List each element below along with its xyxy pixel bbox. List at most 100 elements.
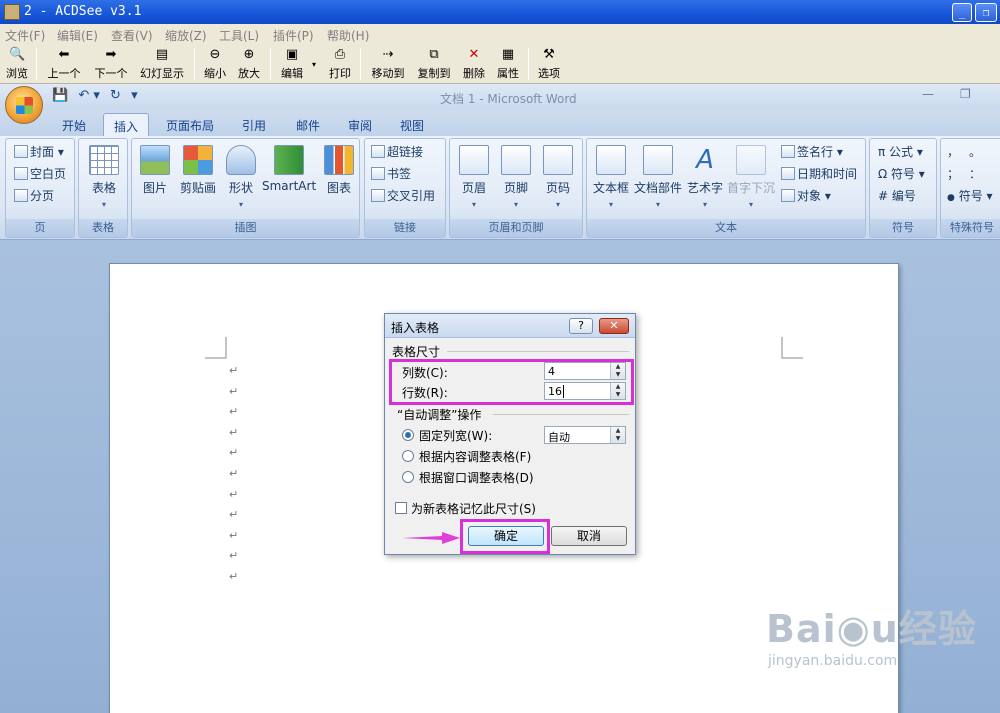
clip-art-button[interactable]: 剪贴画 (178, 145, 218, 196)
options-button[interactable]: ⚒ 选项 (535, 47, 563, 81)
group-label: 文本 (587, 219, 865, 237)
special-char-comma[interactable]: ， (947, 143, 963, 161)
move-to-icon: ⇢ (382, 47, 394, 62)
tab-page-layout[interactable]: 页面布局 (158, 113, 222, 136)
symbol-button[interactable]: Ω 符号 ▾ (878, 165, 925, 183)
page-number-button[interactable]: 页码 ▾ (540, 145, 576, 209)
edit-button[interactable]: ▣ 编辑 (278, 47, 306, 81)
menu-view[interactable]: 查看(V) (111, 27, 153, 44)
quick-parts-icon (643, 145, 673, 175)
object-button[interactable]: 对象 ▾ (781, 187, 831, 205)
text-box-button[interactable]: 文本框 ▾ (591, 145, 631, 209)
cross-reference-button[interactable]: 交叉引用 (371, 187, 435, 205)
paragraph-mark: ↵ (229, 528, 239, 542)
delete-button[interactable]: ✕ 删除 (460, 47, 488, 81)
maximize-button[interactable]: ❐ (975, 3, 997, 22)
move-to-button[interactable]: ⇢ 移动到 (368, 47, 408, 81)
word-restore-button[interactable]: ❐ (960, 87, 971, 101)
header-button[interactable]: 页眉 ▾ (456, 145, 492, 209)
save-icon[interactable]: 💾 (52, 88, 68, 103)
group-label: 页眉和页脚 (450, 219, 582, 237)
special-char-semicolon[interactable]: ； (947, 165, 959, 183)
print-button[interactable]: ⎙ 打印 (326, 47, 354, 81)
fixed-width-input[interactable]: 自动 ▲ ▼ (544, 426, 626, 444)
word-minimize-button[interactable]: — (922, 87, 934, 101)
previous-icon: ⬅ (58, 47, 70, 62)
wordart-button[interactable]: A 艺术字 ▾ (685, 145, 725, 209)
remember-size-checkbox[interactable] (395, 502, 407, 514)
date-time-button[interactable]: 日期和时间 (781, 165, 857, 183)
menu-help[interactable]: 帮助(H) (327, 27, 369, 44)
pointer-arrow-icon (402, 532, 460, 544)
paragraph-mark: ↵ (229, 425, 239, 439)
toolbar-separator (528, 48, 529, 80)
redo-icon[interactable]: ↻ (110, 88, 121, 103)
cancel-button[interactable]: 取消 (551, 526, 627, 546)
menu-tools[interactable]: 工具(L) (219, 27, 259, 44)
picture-button[interactable]: 图片 (138, 145, 172, 196)
group-text: 文本框 ▾ 文档部件 ▾ A 艺术字 ▾ 首字下沉 ▾ 签名行 ▾ 日期和时间 对象 ▾ … (586, 138, 866, 238)
autofit-window-radio[interactable] (402, 471, 414, 483)
fixed-width-spinner[interactable]: ▲ ▼ (610, 427, 625, 443)
close-button[interactable]: ✕ (599, 318, 629, 334)
tab-view[interactable]: 视图 (390, 113, 434, 136)
footer-button[interactable]: 页脚 ▾ (498, 145, 534, 209)
help-button[interactable]: ? (569, 318, 593, 334)
tab-insert[interactable]: 插入 (103, 113, 149, 136)
customize-qat-icon[interactable]: ▾ (131, 88, 138, 103)
cover-page-button[interactable]: 封面 ▾ (14, 143, 64, 161)
toolbar-separator (36, 48, 37, 80)
menu-zoom[interactable]: 缩放(Z) (165, 27, 207, 44)
page-number-icon (543, 145, 573, 175)
zoom-in-button[interactable]: ⊕ 放大 (235, 47, 263, 81)
tab-mailings[interactable]: 邮件 (286, 113, 330, 136)
minimize-button[interactable]: _ (952, 3, 972, 22)
undo-icon[interactable]: ↶ ▾ (78, 88, 100, 103)
delete-icon: ✕ (468, 47, 480, 62)
properties-button[interactable]: ▦ 属性 (494, 47, 522, 81)
shapes-button[interactable]: 形状 ▾ (224, 145, 258, 209)
options-icon: ⚒ (543, 47, 555, 62)
bookmark-button[interactable]: 书签 (371, 165, 411, 183)
zoom-out-button[interactable]: ⊖ 缩小 (202, 47, 228, 81)
page-break-button[interactable]: 分页 (14, 187, 54, 205)
browse-button[interactable]: 🔍 浏览 (4, 47, 30, 81)
special-char-colon[interactable]: ： (969, 165, 981, 183)
browse-icon: 🔍 (9, 47, 26, 62)
office-button[interactable] (5, 86, 43, 124)
quick-parts-button[interactable]: 文档部件 ▾ (633, 145, 683, 209)
menu-edit[interactable]: 编辑(E) (57, 27, 98, 44)
equation-button[interactable]: π 公式 ▾ (878, 143, 923, 161)
hyperlink-button[interactable]: 超链接 (371, 143, 423, 161)
autofit-content-radio[interactable] (402, 450, 414, 462)
dialog-title-bar: 插入表格 ? ✕ (385, 314, 635, 338)
paragraph-mark: ↵ (229, 405, 239, 419)
properties-icon: ▦ (501, 47, 515, 62)
acdsee-menubar: 文件(F) 编辑(E) 查看(V) 缩放(Z) 工具(L) 插件(P) 帮助(H… (0, 24, 1000, 44)
section-divider (493, 414, 629, 415)
previous-button[interactable]: ⬅ 上一个 (44, 47, 84, 81)
numbering-button[interactable]: # 编号 (878, 187, 916, 205)
table-size-section-label: 表格尺寸 (392, 345, 441, 359)
table-button[interactable]: 表格 ▾ (87, 145, 121, 209)
tab-review[interactable]: 审阅 (338, 113, 382, 136)
chart-button[interactable]: 图表 (322, 145, 356, 196)
menu-plugins[interactable]: 插件(P) (273, 27, 314, 44)
special-char-period[interactable]: 。 (969, 143, 981, 161)
blank-page-button[interactable]: 空白页 (14, 165, 66, 183)
drop-cap-icon (736, 145, 766, 175)
tab-home[interactable]: 开始 (52, 113, 96, 136)
fixed-width-radio[interactable] (402, 429, 414, 441)
autofit-content-label: 根据内容调整表格(F) (419, 450, 532, 464)
signature-line-button[interactable]: 签名行 ▾ (781, 143, 843, 161)
special-symbol-dropdown[interactable]: ● 符号 ▾ (947, 187, 993, 205)
remember-size-label: 为新表格记忆此尺寸(S) (411, 502, 536, 516)
copy-to-button[interactable]: ⧉ 复制到 (414, 47, 454, 81)
table-icon (89, 145, 119, 175)
slideshow-button[interactable]: ▤ 幻灯显示 (136, 47, 188, 81)
menu-file[interactable]: 文件(F) (5, 27, 45, 44)
tab-references[interactable]: 引用 (232, 113, 276, 136)
smartart-button[interactable]: SmartArt (262, 145, 316, 193)
next-button[interactable]: ➡ 下一个 (91, 47, 131, 81)
drop-cap-button[interactable]: 首字下沉 ▾ (727, 145, 775, 209)
